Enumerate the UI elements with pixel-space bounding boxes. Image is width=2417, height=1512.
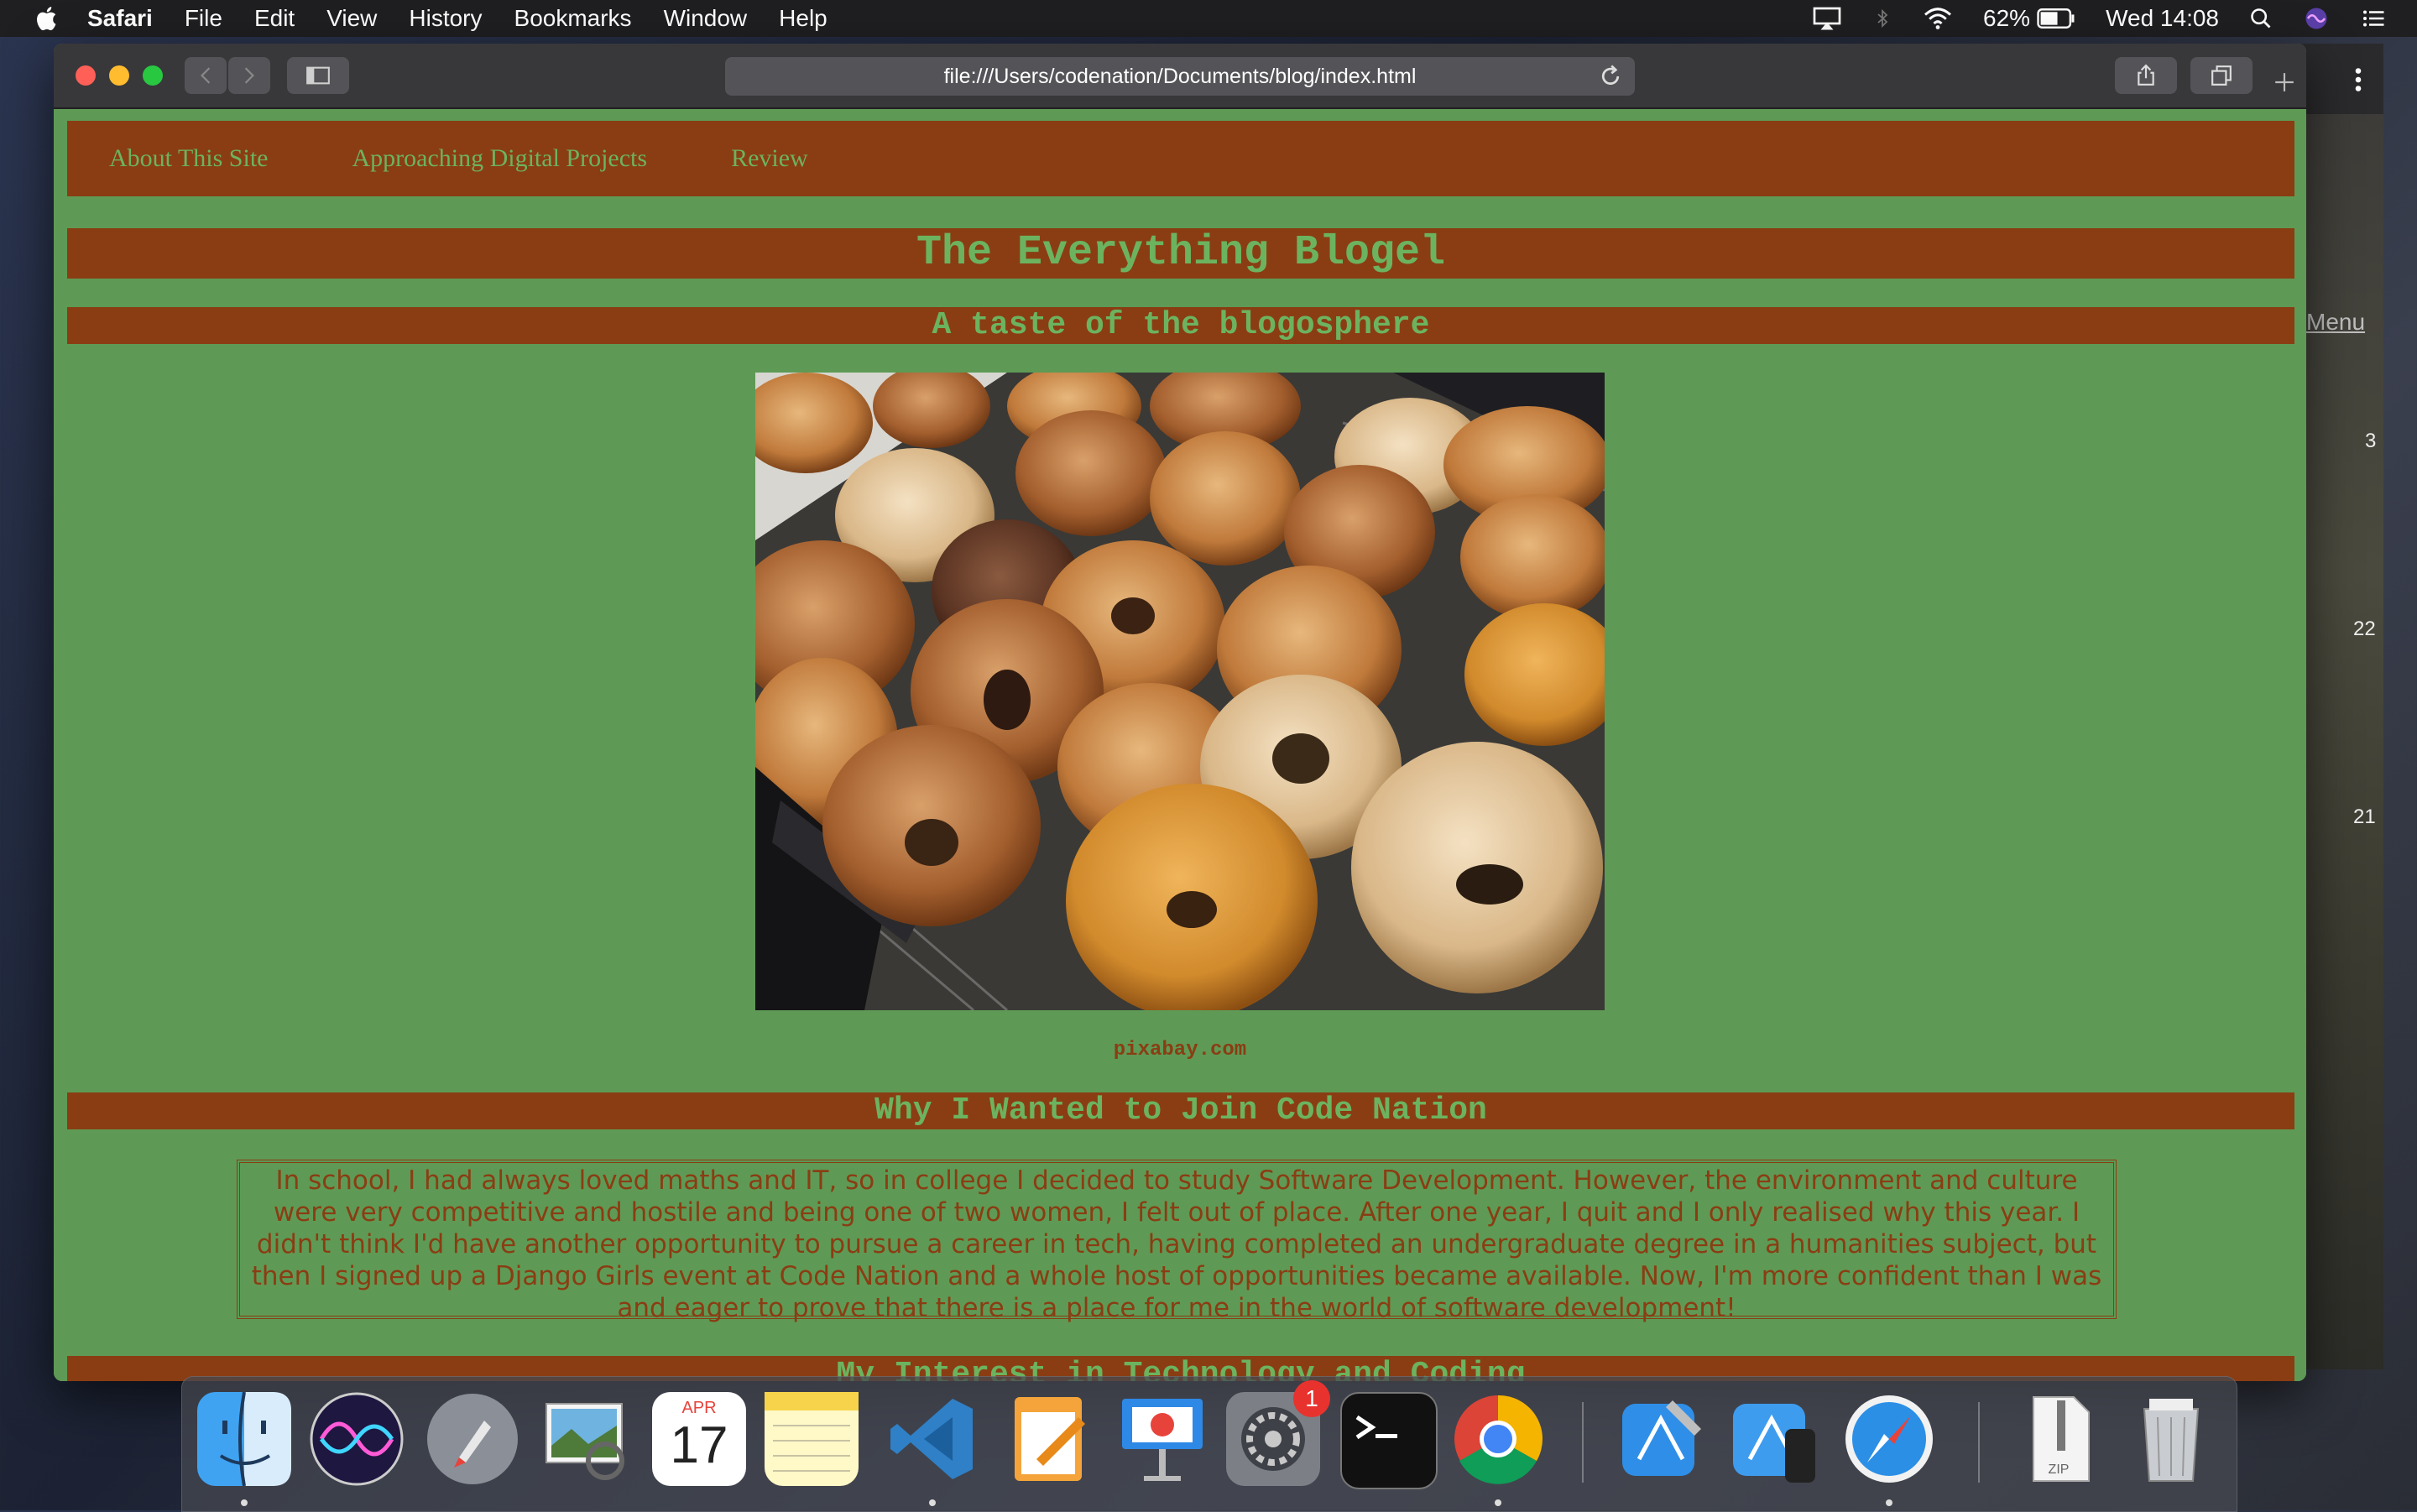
page-subtitle: A taste of the blogosphere: [67, 307, 2294, 344]
sidebar-toggle-button[interactable]: [287, 57, 349, 94]
notes-icon[interactable]: [765, 1392, 859, 1486]
nav-link-review[interactable]: Review: [731, 144, 808, 173]
bagels-photo: [755, 373, 1605, 1010]
zip-label: ZIP: [2048, 1462, 2070, 1477]
apple-icon[interactable]: [34, 4, 62, 33]
background-menu-link[interactable]: Menu: [2306, 309, 2365, 336]
minimize-window-button[interactable]: [109, 65, 129, 86]
pages-icon[interactable]: [1003, 1392, 1097, 1486]
section-paragraph: In school, I had always loved maths and …: [237, 1160, 2117, 1323]
menu-app-safari[interactable]: Safari: [87, 5, 153, 32]
spotlight-search-icon[interactable]: [2249, 6, 2273, 31]
background-number: 21: [2353, 806, 2376, 828]
address-bar[interactable]: file:///Users/codenation/Documents/blog/…: [725, 57, 1635, 96]
site-nav: About This Site Approaching Digital Proj…: [67, 121, 2294, 196]
menu-view[interactable]: View: [326, 5, 377, 32]
dock: APR 17 1 ZIP: [181, 1376, 2237, 1512]
sidebar-icon: [306, 66, 330, 85]
image-caption: pixabay.com: [1113, 1039, 1247, 1061]
nav-link-about[interactable]: About This Site: [109, 144, 268, 173]
reload-icon[interactable]: [1598, 64, 1623, 89]
new-tab-button[interactable]: [2266, 64, 2303, 101]
menubar-clock[interactable]: Wed 14:08: [2106, 5, 2219, 32]
vscode-icon[interactable]: [885, 1392, 979, 1486]
forward-button[interactable]: [228, 57, 270, 94]
fullscreen-window-button[interactable]: [143, 65, 163, 86]
running-indicator: [241, 1499, 248, 1506]
menu-bar: Safari File Edit View History Bookmarks …: [0, 0, 2417, 37]
running-indicator: [1886, 1499, 1892, 1506]
back-button[interactable]: [185, 57, 227, 94]
bluetooth-icon[interactable]: [1872, 6, 1892, 31]
launchpad-icon[interactable]: [425, 1392, 519, 1486]
dock-separator: [1978, 1402, 1980, 1483]
tabs-overview-icon: [2211, 65, 2232, 86]
siri-icon[interactable]: [2303, 6, 2330, 31]
bagels-image: [755, 373, 1605, 1010]
running-indicator: [1495, 1499, 1501, 1506]
url-text[interactable]: file:///Users/codenation/Documents/blog/…: [944, 65, 1417, 89]
menu-file[interactable]: File: [185, 5, 222, 32]
page-title: The Everything Blogel: [67, 228, 2294, 279]
section-heading-why-code-nation: Why I Wanted to Join Code Nation: [67, 1092, 2294, 1129]
share-icon: [2138, 64, 2154, 86]
wifi-icon[interactable]: [1923, 6, 1953, 31]
menu-help[interactable]: Help: [779, 5, 827, 32]
battery-percent[interactable]: 62%: [1983, 5, 2030, 32]
safari-toolbar: file:///Users/codenation/Documents/blog/…: [54, 44, 2306, 109]
running-indicator: [929, 1499, 936, 1506]
terminal-icon[interactable]: [1340, 1392, 1438, 1489]
xcode-icon[interactable]: [1614, 1392, 1708, 1486]
siri-icon[interactable]: [310, 1392, 404, 1486]
menu-edit[interactable]: Edit: [254, 5, 295, 32]
battery-icon[interactable]: [2037, 6, 2075, 31]
nav-link-approaching-digital-projects[interactable]: Approaching Digital Projects: [352, 144, 647, 173]
menu-window[interactable]: Window: [664, 5, 748, 32]
preview-icon[interactable]: [538, 1392, 632, 1486]
zip-file-icon[interactable]: ZIP: [2012, 1392, 2106, 1486]
safari-icon[interactable]: [1842, 1392, 1936, 1486]
airplay-icon[interactable]: [1812, 6, 1842, 31]
web-page: About This Site Approaching Digital Proj…: [54, 109, 2306, 1381]
background-number: 3: [2365, 430, 2377, 452]
background-window: Menu 3 22 21: [2300, 44, 2383, 1369]
show-tabs-button[interactable]: [2190, 57, 2253, 94]
dock-separator: [1582, 1402, 1584, 1483]
calendar-icon[interactable]: APR 17: [652, 1392, 746, 1486]
system-preferences-icon[interactable]: 1: [1226, 1380, 1330, 1486]
more-options-icon[interactable]: [2348, 67, 2368, 92]
menu-history[interactable]: History: [409, 5, 482, 32]
simulator-icon[interactable]: [1726, 1392, 1820, 1486]
menu-bookmarks[interactable]: Bookmarks: [514, 5, 632, 32]
close-window-button[interactable]: [76, 65, 96, 86]
notification-center-icon[interactable]: [2360, 6, 2387, 31]
plus-icon: [2275, 73, 2294, 91]
trash-icon[interactable]: [2124, 1392, 2218, 1486]
chrome-icon[interactable]: [1451, 1392, 1545, 1486]
keynote-icon[interactable]: [1115, 1392, 1209, 1486]
share-button[interactable]: [2115, 57, 2177, 94]
notification-badge: 1: [1293, 1380, 1330, 1417]
finder-icon[interactable]: [197, 1391, 291, 1487]
chevron-left-icon: [201, 67, 211, 84]
calendar-day: 17: [670, 1416, 728, 1474]
safari-window: file:///Users/codenation/Documents/blog/…: [54, 44, 2306, 1381]
chevron-right-icon: [244, 67, 254, 84]
background-window-toolbar: [2300, 44, 2383, 114]
background-number: 22: [2353, 618, 2376, 640]
